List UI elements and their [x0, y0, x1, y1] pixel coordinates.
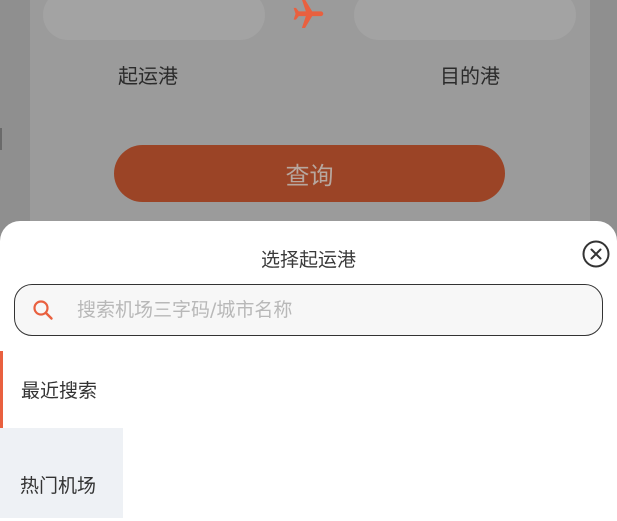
- airplane-icon: [293, 0, 324, 29]
- destination-port-field[interactable]: [354, 0, 576, 40]
- search-input[interactable]: [75, 298, 579, 322]
- nav-item-label: 热门机场: [20, 475, 97, 497]
- search-box[interactable]: [14, 284, 603, 336]
- nav-item-popular[interactable]: 热门机场: [0, 428, 123, 518]
- query-button[interactable]: 查询: [114, 145, 505, 202]
- nav-item-label: 最近搜索: [21, 380, 98, 402]
- nav-item-recent[interactable]: 最近搜索: [0, 351, 123, 428]
- sheet-title: 选择起运港: [260, 249, 356, 271]
- edge-divider: [0, 128, 2, 150]
- side-nav: 最近搜索 热门机场: [0, 351, 123, 518]
- origin-label: 起运港: [118, 64, 178, 88]
- origin-port-field[interactable]: [43, 0, 265, 40]
- destination-label: 目的港: [440, 64, 500, 88]
- close-icon[interactable]: [582, 240, 610, 268]
- search-icon: [33, 300, 53, 320]
- port-picker-sheet: 选择起运港 最近搜索 热门机场: [0, 221, 617, 521]
